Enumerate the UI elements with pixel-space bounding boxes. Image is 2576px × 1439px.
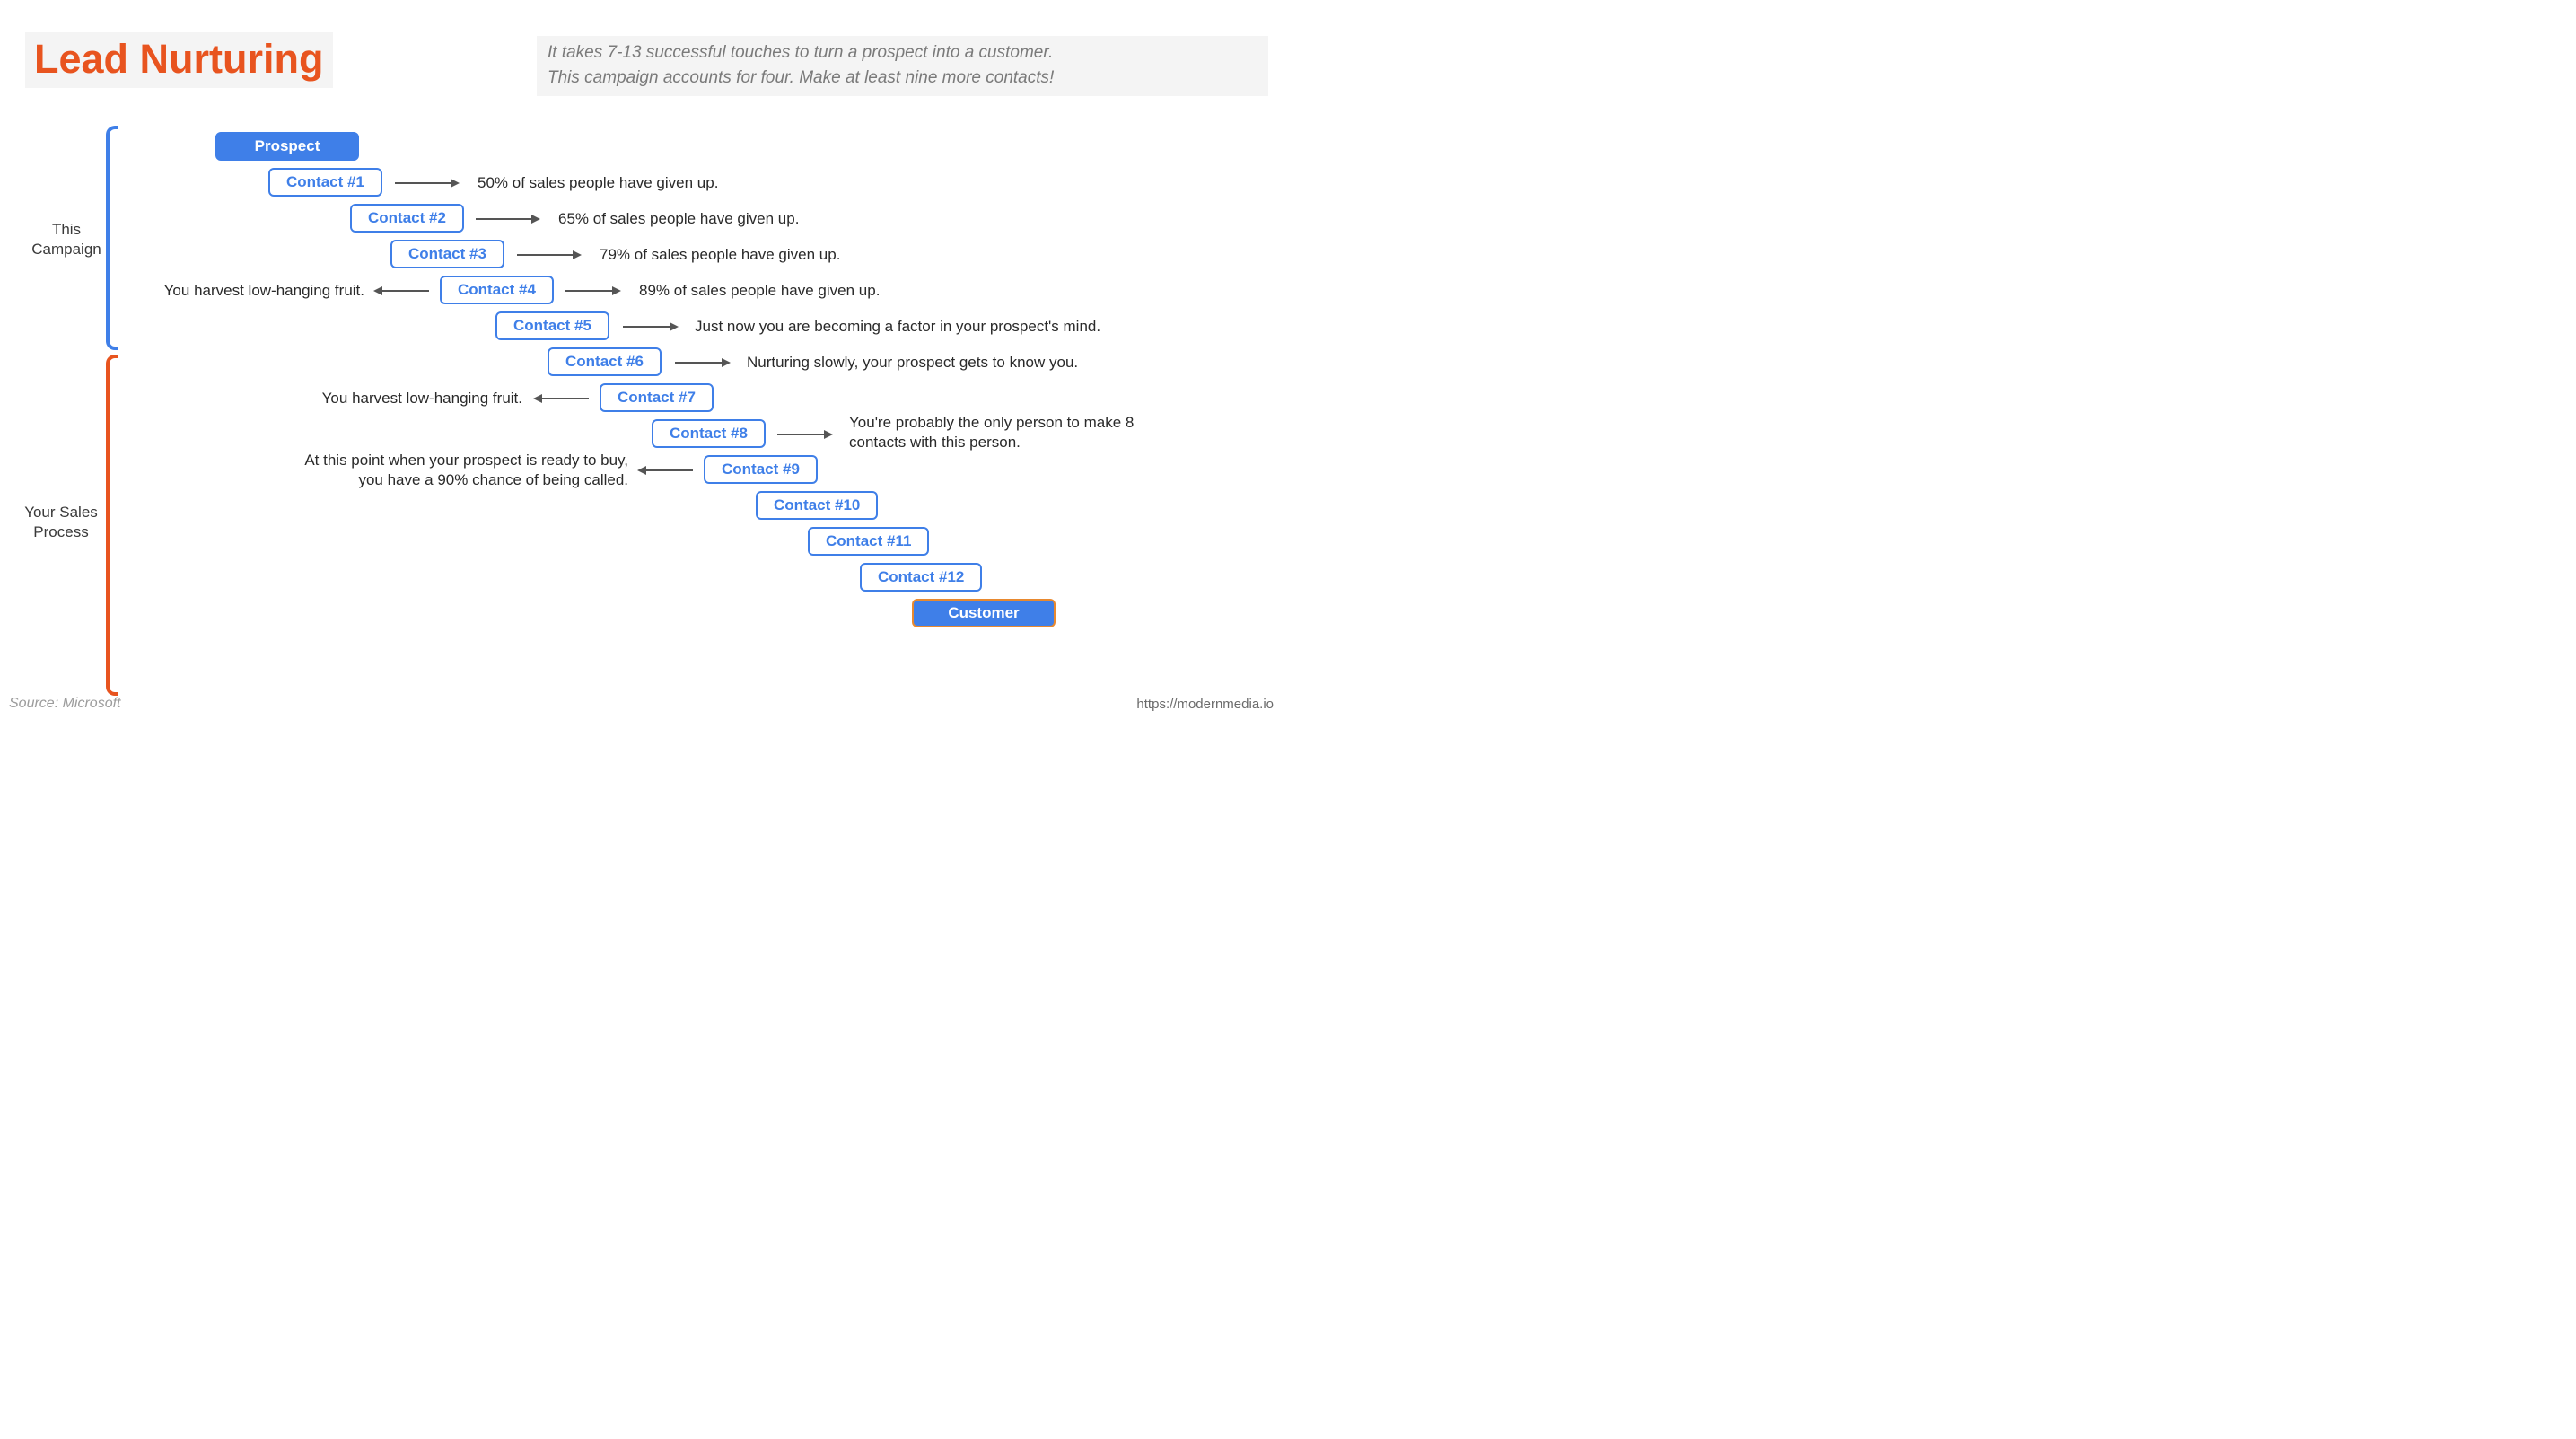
bracket1-line1: This (52, 221, 81, 238)
note-contact-4-left: You harvest low-hanging fruit. (135, 281, 364, 301)
arrow-right-icon (623, 326, 677, 328)
arrow-right-icon (517, 254, 580, 256)
bracket-sales-process (106, 355, 118, 696)
bracket-this-campaign (106, 126, 118, 350)
arrow-left-icon (375, 290, 429, 292)
url-label: https://modernmedia.io (1136, 697, 1274, 712)
bracket1-line2: Campaign (31, 241, 101, 258)
step-prospect: Prospect (215, 132, 359, 161)
step-contact-12: Contact #12 (860, 563, 982, 592)
arrow-right-icon (675, 362, 729, 364)
arrow-left-icon (639, 469, 693, 471)
subtitle-box: It takes 7-13 successful touches to turn… (537, 36, 1268, 96)
bracket-label-this-campaign: This Campaign (31, 220, 102, 259)
note-contact-6: Nurturing slowly, your prospect gets to … (747, 353, 1078, 373)
bracket2-line2: Process (33, 523, 88, 540)
subtitle-line-1: It takes 7-13 successful touches to turn… (548, 43, 1053, 62)
note-contact-3: 79% of sales people have given up. (600, 245, 840, 265)
note-contact-1: 50% of sales people have given up. (478, 173, 718, 193)
step-customer: Customer (912, 599, 1056, 627)
arrow-right-icon (777, 434, 831, 435)
note9-line2: you have a 90% chance of being called. (358, 471, 628, 488)
arrow-right-icon (476, 218, 539, 220)
source-label: Source: Microsoft (9, 696, 120, 712)
step-contact-1: Contact #1 (268, 168, 382, 197)
bracket2-line1: Your Sales (24, 504, 98, 521)
step-contact-7: Contact #7 (600, 383, 714, 412)
step-contact-2: Contact #2 (350, 204, 464, 233)
arrow-right-icon (395, 182, 458, 184)
arrow-right-icon (565, 290, 619, 292)
note-contact-4-right: 89% of sales people have given up. (639, 281, 880, 301)
note-contact-5: Just now you are becoming a factor in yo… (695, 317, 1100, 337)
step-contact-5: Contact #5 (495, 311, 609, 340)
step-contact-8: Contact #8 (652, 419, 766, 448)
note-contact-9-left: At this point when your prospect is read… (251, 451, 628, 490)
page-title: Lead Nurturing (25, 32, 333, 88)
step-contact-9: Contact #9 (704, 455, 818, 484)
note-contact-7-left: You harvest low-hanging fruit. (293, 389, 522, 408)
arrow-left-icon (535, 398, 589, 399)
step-contact-3: Contact #3 (390, 240, 504, 268)
note9-line1: At this point when your prospect is read… (304, 452, 628, 469)
bracket-label-sales-process: Your Sales Process (18, 503, 104, 542)
note-contact-8: You're probably the only person to make … (849, 413, 1154, 452)
step-contact-11: Contact #11 (808, 527, 929, 556)
subtitle-line-2: This campaign accounts for four. Make at… (548, 68, 1054, 87)
step-contact-4: Contact #4 (440, 276, 554, 304)
step-contact-6: Contact #6 (548, 347, 662, 376)
step-contact-10: Contact #10 (756, 491, 878, 520)
note-contact-2: 65% of sales people have given up. (558, 209, 799, 229)
